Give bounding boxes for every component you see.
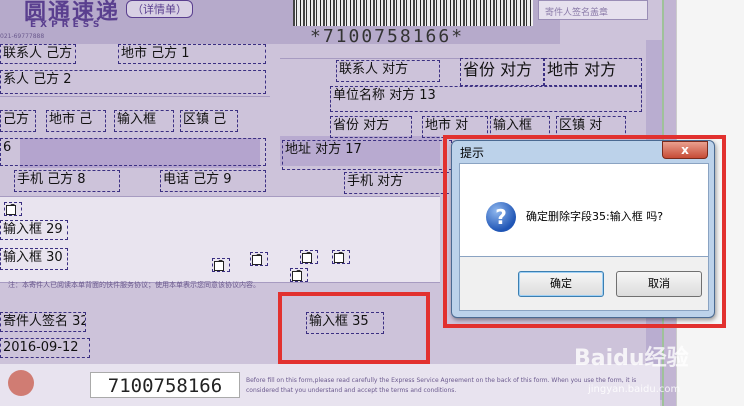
receiver-address-field[interactable]: 地址 对方 17	[282, 140, 452, 170]
receiver-city-field[interactable]: 地市 对方	[544, 58, 642, 86]
receiver-province2-field[interactable]: 省份 对方	[330, 116, 412, 138]
dialog-footer: 确定 取消	[459, 257, 709, 311]
seal-icon	[8, 370, 34, 396]
divider	[0, 96, 270, 97]
date-field[interactable]: 2016-09-12	[0, 338, 90, 358]
sender-contact-field[interactable]: 联系人 己方 (	[0, 44, 76, 64]
dialog-close-button[interactable]: x	[662, 141, 708, 159]
confirm-dialog: 提示 x ? 确定删除字段35:输入框 吗? 确定 取消	[451, 140, 715, 318]
sender-row3d-field[interactable]: 区镇 己	[180, 110, 238, 132]
barcode-image	[293, 0, 533, 26]
sender-row3b-field[interactable]: 地市 己	[46, 110, 106, 132]
bottom-agreement-text: Before fill on this form,please read car…	[246, 377, 637, 394]
receiver-company-field[interactable]: 单位名称 对方 13	[330, 86, 642, 112]
sender-address-field[interactable]: 6	[0, 138, 266, 166]
service-agreement-text: 注：本寄件人已阅读本单背面的快件服务协议；使用本单表示您同意该协议内容。	[8, 281, 260, 289]
checkbox-field[interactable]: 2	[300, 250, 318, 264]
highlight-frame-field	[278, 292, 430, 364]
dialog-title: 提示	[460, 146, 485, 160]
ok-button[interactable]: 确定	[518, 271, 604, 297]
cancel-button[interactable]: 取消	[616, 271, 702, 297]
bottom-tracking-number: 7100758166	[90, 372, 240, 398]
input29-field[interactable]: 输入框 29	[0, 220, 68, 240]
input30-field[interactable]: 输入框 30	[0, 248, 68, 270]
sender-row3c-field[interactable]: 输入框	[114, 110, 174, 132]
top-right-box: 寄件人签名盖章	[538, 0, 648, 20]
checkbox-field[interactable]: 2	[290, 268, 308, 282]
baidu-watermark-url: jingyan.baidu.com	[588, 384, 681, 395]
sender-row3a-field[interactable]: 己方	[0, 110, 36, 132]
dialog-message: 确定删除字段35:输入框 吗?	[526, 210, 664, 223]
receiver-contact-field[interactable]: 联系人 对方	[336, 60, 440, 82]
checkbox-field[interactable]: 2	[4, 202, 22, 216]
sender-row2-field[interactable]: 系人 己方 2	[0, 70, 266, 94]
signer-field[interactable]: 寄件人签名 32	[0, 312, 86, 332]
waybill-logo-sub: EXPRESS	[30, 20, 104, 30]
checkbox-field[interactable]: 2	[332, 250, 350, 264]
divider	[0, 196, 440, 197]
checkbox-field[interactable]: 2	[250, 252, 268, 266]
receiver-province-field[interactable]: 省份 对方	[460, 58, 544, 86]
sender-phone-field[interactable]: 电话 己方 9	[160, 170, 266, 192]
baidu-watermark: Baidu经验	[574, 346, 689, 371]
waybill-badge: （详情单）	[126, 0, 193, 18]
receiver-mobile-field[interactable]: 手机 对方	[344, 172, 454, 194]
question-icon: ?	[486, 202, 516, 232]
barcode-number: *7100758166*	[310, 26, 465, 47]
sender-city-field[interactable]: 地市 己方 1	[118, 44, 266, 64]
waybill-phone: 021-69777888	[0, 33, 45, 40]
sender-mobile-field[interactable]: 手机 己方 8	[14, 170, 120, 192]
dialog-body: ? 确定删除字段35:输入框 吗?	[459, 163, 709, 257]
checkbox-field[interactable]: 2	[212, 258, 230, 272]
